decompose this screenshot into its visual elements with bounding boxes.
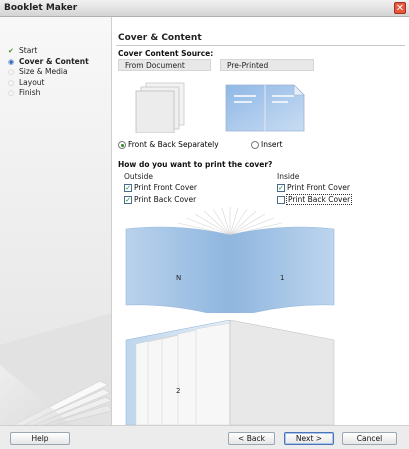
cancel-button[interactable]: Cancel (342, 432, 397, 445)
checkbox-label: Print Back Cover (134, 195, 197, 204)
radio-label: Insert (261, 140, 283, 149)
sidebar-booklet-illustration (0, 313, 111, 425)
back-button[interactable]: < Back (228, 432, 275, 445)
pending-step-icon: ○ (8, 89, 15, 97)
checkmark-icon: ✔ (8, 47, 14, 55)
checkbox[interactable]: ✓ (124, 184, 132, 192)
step-start[interactable]: ✔ Start (8, 46, 89, 57)
step-label: Finish (19, 88, 41, 97)
close-button[interactable]: ✕ (394, 2, 406, 14)
from-document-option[interactable]: From Document (118, 59, 211, 71)
radio-indicator[interactable] (118, 141, 126, 149)
step-label: Size & Media (19, 67, 68, 76)
step-label: Start (19, 46, 38, 55)
pending-step-icon: ○ (8, 78, 15, 87)
outside-print-front-cover[interactable]: ✓ Print Front Cover (124, 183, 197, 193)
left-page-number: 2 (176, 387, 180, 395)
pending-step-icon: ○ (8, 68, 15, 76)
step-label: Cover & Content (19, 56, 89, 66)
page-title: Cover & Content (118, 33, 202, 43)
inside-print-back-cover[interactable]: Print Back Cover (277, 194, 353, 205)
close-icon: ✕ (395, 3, 405, 14)
outside-print-back-cover[interactable]: ✓ Print Back Cover (124, 195, 196, 205)
right-page-number: 1 (280, 274, 284, 282)
wizard-sidebar: ✔ Start ◉ Cover & Content ○ Size & Media ○ L… (0, 17, 112, 425)
radio-label: Front & Back Separately (128, 140, 219, 149)
radio-indicator[interactable] (251, 141, 259, 149)
main-panel: Cover & Content Cover Content Source: Fr… (112, 17, 409, 425)
cover-source-label: Cover Content Source: (118, 49, 214, 58)
next-button[interactable]: Next > (284, 432, 334, 445)
print-cover-question: How do you want to print the cover? (118, 160, 273, 169)
checkbox-label: Print Back Cover (285, 194, 353, 205)
step-label: Layout (19, 77, 45, 87)
inside-print-front-cover[interactable]: ✓ Print Front Cover (277, 183, 350, 193)
current-step-icon: ◉ (8, 57, 15, 66)
pre-printed-option[interactable]: Pre-Printed (220, 59, 314, 71)
right-page (229, 226, 335, 313)
window-title: Booklet Maker (4, 3, 78, 13)
help-button[interactable]: Help (10, 432, 70, 445)
button-bar: Help < Back Next > Cancel (0, 425, 409, 449)
inside-label: Inside (277, 172, 300, 181)
step-layout[interactable]: ○ Layout (8, 78, 89, 89)
right-page (229, 320, 335, 425)
divider (116, 45, 405, 46)
step-finish[interactable]: ○ Finish (8, 88, 89, 99)
checkbox[interactable] (277, 196, 285, 204)
checkbox-label: Print Front Cover (287, 183, 350, 192)
checkbox-label: Print Front Cover (134, 183, 197, 192)
radio-insert[interactable]: Insert (251, 140, 283, 150)
left-page-number: N (176, 274, 181, 282)
step-size-media[interactable]: ○ Size & Media (8, 67, 89, 78)
booklet-preview-outside: N 1 (125, 207, 335, 313)
step-cover-content[interactable]: ◉ Cover & Content (8, 57, 89, 68)
checkbox[interactable]: ✓ (124, 196, 132, 204)
pre-printed-illustration (225, 84, 305, 132)
from-document-illustration (135, 82, 185, 133)
outside-label: Outside (124, 172, 153, 181)
checkbox[interactable]: ✓ (277, 184, 285, 192)
wizard-steps: ✔ Start ◉ Cover & Content ○ Size & Media ○ L… (8, 46, 89, 99)
left-page (125, 226, 231, 313)
booklet-preview-inside: 2 (125, 320, 335, 425)
title-bar: Booklet Maker ✕ (0, 0, 409, 17)
radio-front-back-separately[interactable]: Front & Back Separately (118, 140, 219, 150)
